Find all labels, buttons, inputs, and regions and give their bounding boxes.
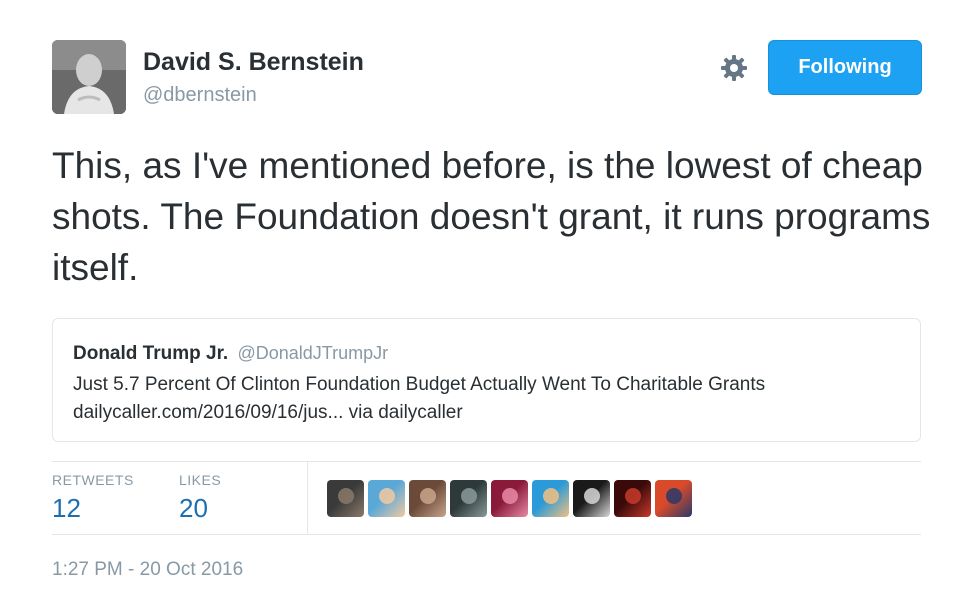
liker-avatar-2[interactable] [368,480,405,517]
liker-avatar-4[interactable] [450,480,487,517]
gear-icon[interactable] [718,52,750,84]
author-handle[interactable]: @dbernstein [143,84,257,107]
quoted-tweet-header: Donald Trump Jr. @DonaldJTrumpJr [73,343,388,365]
stats-divider-bottom [52,534,921,535]
author-avatar[interactable] [52,40,126,114]
stats-divider-top [52,461,921,462]
retweets-label[interactable]: RETWEETS [52,472,134,488]
liker-avatar-6[interactable] [532,480,569,517]
quoted-author-handle: @DonaldJTrumpJr [237,343,389,363]
liker-avatar-8[interactable] [614,480,651,517]
tweet-text: This, as I've mentioned before, is the l… [52,145,931,288]
liker-avatar-1[interactable] [327,480,364,517]
quoted-tweet-link: dailycaller.com/2016/09/16/jus... via da… [73,402,463,423]
liker-avatar-3[interactable] [409,480,446,517]
liker-avatar-9[interactable] [655,480,692,517]
likes-count[interactable]: 20 [179,493,208,524]
retweets-count[interactable]: 12 [52,493,81,524]
tweet-timestamp[interactable]: 1:27 PM - 20 Oct 2016 [52,559,243,581]
liker-avatar-7[interactable] [573,480,610,517]
liker-avatar-5[interactable] [491,480,528,517]
quoted-author-name: Donald Trump Jr. [73,343,229,364]
likes-label[interactable]: LIKES [179,472,221,488]
quoted-tweet-text: Just 5.7 Percent Of Clinton Foundation B… [73,374,766,395]
stats-separator [307,462,308,534]
following-button[interactable]: Following [768,40,922,95]
liker-avatars [327,480,692,517]
author-name[interactable]: David S. Bernstein [143,48,364,77]
quoted-tweet[interactable]: Donald Trump Jr. @DonaldJTrumpJr Just 5.… [52,318,921,442]
